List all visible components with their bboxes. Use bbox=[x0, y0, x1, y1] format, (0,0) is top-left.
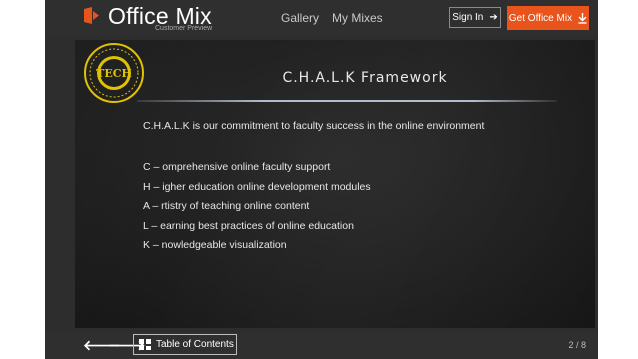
get-office-mix-button[interactable]: Get Office Mix bbox=[507, 6, 589, 30]
slide-canvas: TECH C.H.A.L.K Framework C.H.A.L.K is ou… bbox=[75, 40, 595, 328]
list-item: A – rtistry of teaching online content bbox=[143, 200, 310, 213]
slide-intro: C.H.A.L.K is our commitment to faculty s… bbox=[143, 120, 485, 132]
brand-subtitle: Customer Preview bbox=[155, 25, 213, 32]
next-slide-icon[interactable]: 🡒 bbox=[108, 337, 146, 353]
slide-title: C.H.A.L.K Framework bbox=[282, 70, 448, 86]
title-divider bbox=[137, 100, 557, 102]
toc-label: Table of Contents bbox=[156, 339, 234, 350]
player-frame: Office Mix Customer Preview Gallery My M… bbox=[45, 0, 598, 359]
top-bar: Office Mix Customer Preview Gallery My M… bbox=[45, 0, 598, 37]
office-mix-logo-icon bbox=[84, 7, 99, 24]
grid-icon bbox=[139, 339, 151, 350]
get-office-mix-label: Get Office Mix bbox=[508, 12, 573, 24]
sign-in-label: Sign In bbox=[452, 12, 484, 23]
list-item: H – igher education online development m… bbox=[143, 180, 371, 193]
nav-my-mixes[interactable]: My Mixes bbox=[332, 10, 383, 26]
chalk-list: C – omprehensive online faculty support … bbox=[143, 158, 371, 256]
page-counter: 2 / 8 bbox=[568, 340, 586, 350]
list-item: K – nowledgeable visualization bbox=[143, 239, 287, 252]
sign-in-button[interactable]: Sign In ➔ bbox=[449, 7, 501, 28]
nav-gallery[interactable]: Gallery bbox=[281, 10, 319, 26]
arrow-right-icon: ➔ bbox=[489, 12, 498, 23]
previous-slide-icon[interactable]: 🡐 bbox=[83, 337, 121, 353]
list-item: C – omprehensive online faculty support bbox=[143, 161, 331, 173]
list-item: L – earning best practices of online edu… bbox=[143, 219, 354, 232]
player-controls: 🡐 🡒 Table of Contents 2 / 8 bbox=[45, 332, 598, 359]
download-icon bbox=[578, 12, 587, 24]
table-of-contents-button[interactable]: Table of Contents bbox=[133, 334, 237, 355]
